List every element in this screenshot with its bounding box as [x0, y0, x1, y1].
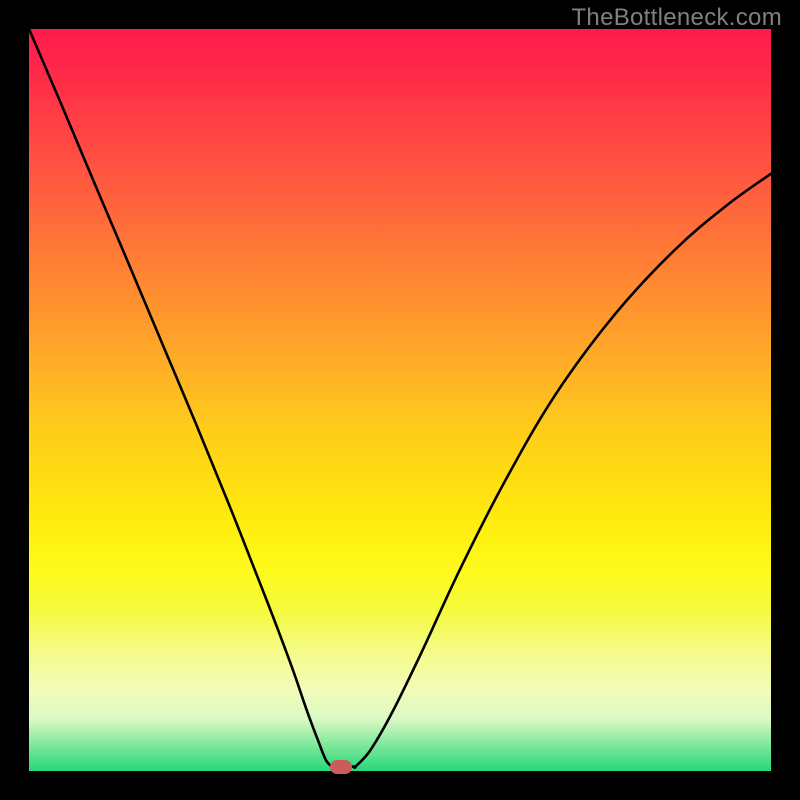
valley-marker-icon	[330, 760, 352, 774]
plot-area	[29, 29, 771, 771]
curve-svg	[29, 29, 771, 771]
watermark-text: TheBottleneck.com	[571, 4, 782, 32]
bottleneck-curve	[29, 29, 771, 768]
chart-frame: TheBottleneck.com	[0, 0, 800, 800]
